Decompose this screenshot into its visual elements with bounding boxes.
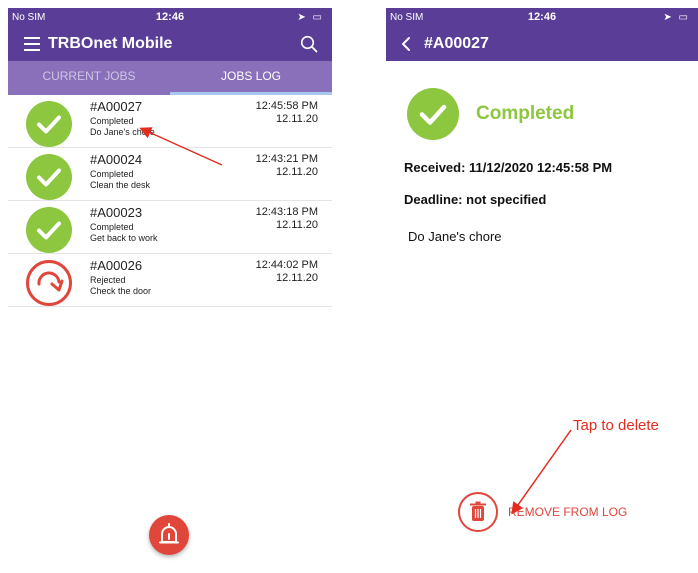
tab-current-jobs[interactable]: CURRENT JOBS [8, 61, 170, 95]
check-icon [26, 207, 72, 253]
job-time: 12:43:21 PM [255, 153, 318, 165]
check-icon [26, 154, 72, 200]
annotation-tap-to-delete: Tap to delete [573, 417, 659, 434]
job-description: Do Jane's chore [90, 127, 155, 137]
trash-icon [458, 492, 498, 532]
alarm-bell-icon [159, 523, 179, 544]
job-date: 12.11.20 [275, 166, 318, 178]
tab-bar: CURRENT JOBS JOBS LOG [8, 61, 332, 95]
detail-header: #A00027 [386, 28, 698, 61]
status-bar: No SIM 12:46 ➤ ▭ [8, 8, 332, 28]
job-row[interactable]: #A00026 Rejected Check the door 12:44:02… [8, 254, 332, 307]
remove-from-log-button[interactable]: REMOVE FROM LOG [458, 492, 627, 532]
job-row[interactable]: #A00027 Completed Do Jane's chore 12:45:… [8, 95, 332, 148]
jobs-log-screen: No SIM 12:46 ➤ ▭ TRBOnet Mobile CURRENT … [8, 8, 332, 573]
job-detail-screen: No SIM 12:46 ➤ ▭ #A00027 Completed Recei… [386, 8, 698, 573]
job-status: Completed [90, 169, 134, 179]
status-time: 12:46 [527, 11, 557, 23]
menu-icon[interactable] [24, 37, 40, 51]
status-bar: No SIM 12:46 ➤ ▭ [386, 8, 698, 28]
check-icon [407, 88, 459, 140]
job-description: Get back to work [90, 233, 158, 243]
deadline-label: Deadline: not specified [404, 192, 547, 207]
remove-from-log-label: REMOVE FROM LOG [508, 505, 628, 519]
job-id: #A00026 [90, 258, 143, 273]
job-status: Rejected [90, 275, 126, 285]
job-detail-body: Completed Received: 11/12/2020 12:45:58 … [386, 61, 698, 573]
alarm-button[interactable] [149, 515, 189, 555]
job-id: #A00023 [90, 205, 143, 220]
job-description: Check the door [90, 286, 152, 296]
job-id: #A00027 [90, 99, 143, 114]
back-chevron-icon[interactable] [400, 36, 412, 52]
job-date: 12.11.20 [275, 113, 318, 125]
job-id: #A00024 [90, 152, 143, 167]
received-label: Received: 11/12/2020 12:45:58 PM [404, 160, 613, 175]
job-row[interactable]: #A00024 Completed Clean the desk 12:43:2… [8, 148, 332, 201]
jobs-list: #A00027 Completed Do Jane's chore 12:45:… [8, 95, 332, 307]
battery-icon: ➤ ▭ [663, 12, 690, 23]
job-time: 12:43:18 PM [255, 206, 318, 218]
job-row[interactable]: #A00023 Completed Get back to work 12:43… [8, 201, 332, 254]
tab-jobs-log[interactable]: JOBS LOG [170, 61, 332, 95]
job-title: #A00027 [424, 35, 489, 52]
job-time: 12:44:02 PM [255, 259, 318, 271]
battery-icon: ➤ ▭ [297, 12, 324, 23]
job-description: Do Jane's chore [408, 229, 502, 244]
check-icon [26, 101, 72, 147]
job-status: Completed [90, 222, 134, 232]
app-header: TRBOnet Mobile [8, 28, 332, 61]
job-time: 12:45:58 PM [255, 100, 318, 112]
search-icon[interactable] [300, 35, 318, 53]
job-status: Completed [90, 116, 134, 126]
job-status: Completed [476, 103, 575, 124]
job-description: Clean the desk [90, 180, 151, 190]
app-title: TRBOnet Mobile [48, 35, 173, 52]
status-time: 12:46 [155, 11, 185, 23]
rejected-arrow-icon [26, 260, 72, 306]
job-date: 12.11.20 [275, 272, 318, 284]
job-date: 12.11.20 [275, 219, 318, 231]
